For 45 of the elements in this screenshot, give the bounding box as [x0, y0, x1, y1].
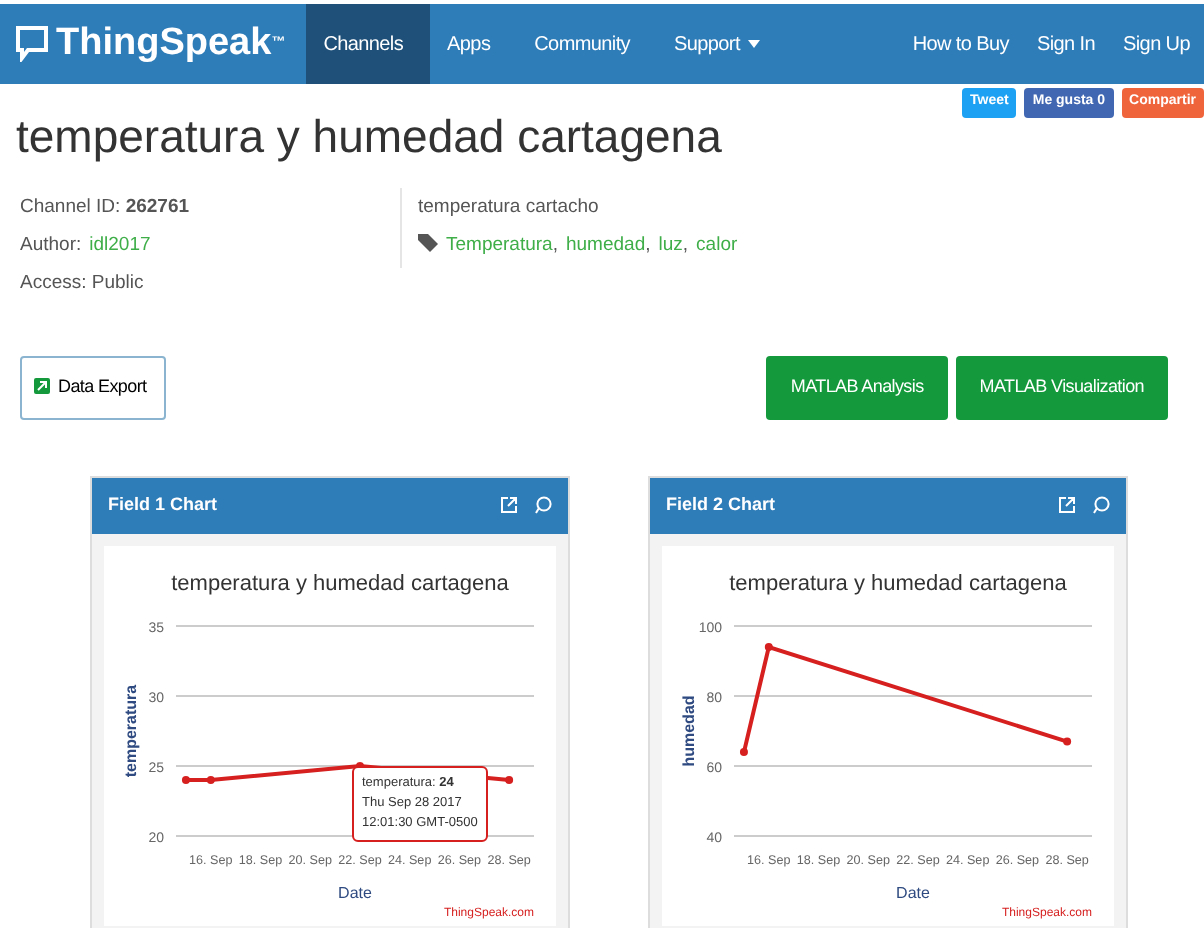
tag-link[interactable]: calor: [696, 225, 738, 263]
chart-title: temperatura y humedad cartagena: [729, 571, 1067, 595]
comment-icon[interactable]: [1092, 496, 1110, 514]
matlab-button[interactable]: MATLAB Visualization: [955, 355, 1168, 419]
separator: ,: [682, 231, 689, 259]
chat-bubble-icon: [16, 26, 48, 62]
axis-title: Date: [896, 883, 930, 901]
axis-title: humedad: [680, 694, 698, 766]
nav-link[interactable]: Sign Up: [1109, 4, 1204, 84]
nav-link[interactable]: How to Buy: [898, 4, 1023, 84]
author-label: Author:: [20, 231, 82, 259]
nav-tab[interactable]: Channels: [305, 4, 430, 84]
nav-tab[interactable]: Support: [656, 4, 778, 84]
tag-icon: [418, 234, 438, 253]
channel-title: temperatura y humedad cartagena: [16, 113, 724, 159]
data-point: [1063, 736, 1072, 745]
data-point: [505, 775, 514, 783]
channel-id: Channel ID: 262761: [20, 193, 192, 221]
nav-link[interactable]: Sign In: [1022, 4, 1110, 84]
panel-title: Field 1 Chart: [108, 491, 220, 518]
separator: ,: [645, 231, 651, 259]
data-export-button[interactable]: Data Export: [20, 355, 166, 419]
data-point: [181, 775, 190, 783]
panel-title: Field 2 Chart: [666, 491, 778, 518]
nav-tab[interactable]: Apps: [429, 4, 517, 84]
channel-description: temperatura cartacho: [418, 193, 601, 221]
axis-title: temperatura: [122, 683, 140, 777]
author-link[interactable]: idl2017: [89, 225, 151, 263]
external-link-icon[interactable]: [1058, 496, 1076, 514]
data-point: [739, 747, 748, 755]
data-point: [206, 775, 215, 783]
separator: ,: [552, 231, 558, 259]
tag-link[interactable]: humedad: [565, 225, 646, 263]
access-text: Access: Public: [20, 269, 146, 297]
comment-icon[interactable]: [534, 496, 552, 514]
external-link-icon[interactable]: [500, 496, 518, 514]
matlab-button[interactable]: MATLAB Analysis: [766, 355, 948, 419]
export-icon: [34, 378, 50, 395]
nav-tab[interactable]: Community: [516, 4, 657, 84]
tag-link[interactable]: luz: [658, 225, 683, 263]
axis-title: Date: [338, 883, 372, 901]
data-point: [764, 642, 773, 650]
tag-link[interactable]: Temperatura: [446, 225, 553, 263]
chart-title: temperatura y humedad cartagena: [171, 571, 509, 595]
brand-logo[interactable]: ThingSpeak$^{™}$: [56, 15, 286, 73]
